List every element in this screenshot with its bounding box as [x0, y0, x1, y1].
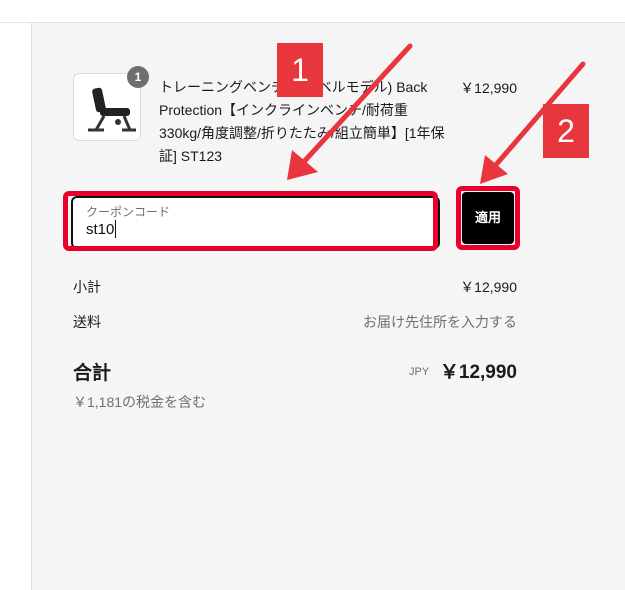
- quantity-badge: 1: [127, 66, 149, 88]
- annotation-callout-1: 1: [277, 43, 323, 97]
- annotation-highlight-apply: [456, 186, 520, 250]
- total-label: 合計: [73, 363, 112, 384]
- tax-note: ￥1,181の税金を含む: [73, 394, 207, 410]
- subtotal-value: ￥12,990: [460, 279, 517, 295]
- currency-code: JPY: [409, 366, 430, 378]
- annotation-callout-2: 2: [543, 104, 589, 158]
- checkout-form-pane: [0, 23, 31, 590]
- shipping-label: 送料: [73, 314, 101, 330]
- annotation-highlight-coupon: [63, 191, 438, 251]
- shipping-value: お届け先住所を入力する: [363, 314, 517, 330]
- total-value: ￥12,990: [439, 362, 517, 383]
- product-price: ￥12,990: [460, 80, 517, 96]
- top-bar: [0, 0, 625, 23]
- subtotal-label: 小計: [73, 279, 101, 295]
